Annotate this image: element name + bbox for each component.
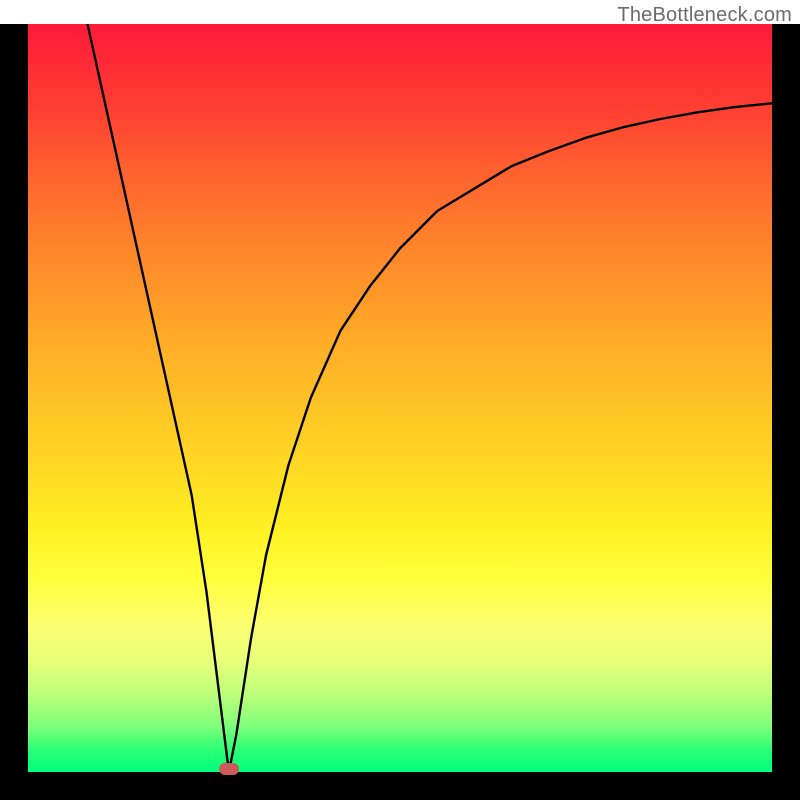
bottleneck-curve [28, 24, 772, 772]
plot-area [28, 24, 772, 772]
plot-frame [0, 24, 800, 800]
optimal-point-marker [219, 763, 239, 775]
chart-container: TheBottleneck.com [0, 0, 800, 800]
